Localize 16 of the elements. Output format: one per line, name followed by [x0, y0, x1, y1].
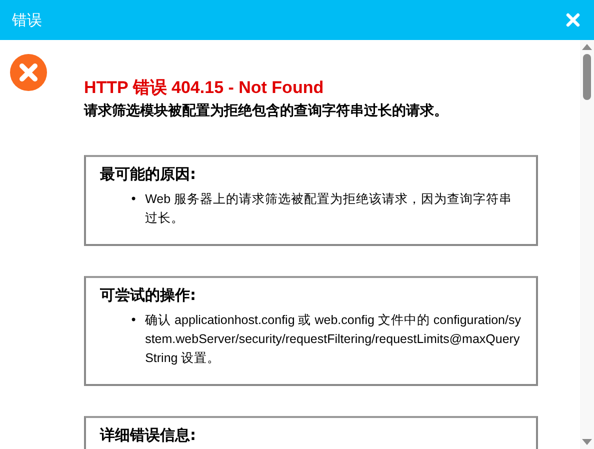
bullet-marker: • — [130, 312, 138, 329]
scroll-down-icon[interactable] — [582, 439, 592, 445]
error-icon — [10, 54, 47, 91]
section-title: 最可能的原因: — [100, 165, 197, 184]
section-title: 详细错误信息: — [100, 426, 197, 445]
close-button[interactable] — [566, 13, 580, 27]
bullet-marker: • — [130, 191, 138, 208]
bullet-item: Web 服务器上的请求筛选被配置为拒绝该请求，因为查询字符串过长。 — [145, 191, 514, 227]
error-heading: HTTP 错误 404.15 - Not Found — [84, 77, 325, 99]
scroll-thumb[interactable] — [583, 54, 591, 100]
bullet-item: 确认 applicationhost.config 或 web.config 文件中的 configuration/system.webServer/security/requestFiltering/requestLimits@maxQueryString 设置。 — [145, 312, 522, 367]
error-message: 请求筛选模块被配置为拒绝包含的查询字符串过长的请求。 — [84, 102, 449, 120]
scrollbar[interactable] — [580, 40, 594, 449]
window-title: 错误 — [12, 10, 42, 30]
scroll-up-icon[interactable] — [582, 44, 592, 50]
section-title: 可尝试的操作: — [100, 286, 197, 305]
